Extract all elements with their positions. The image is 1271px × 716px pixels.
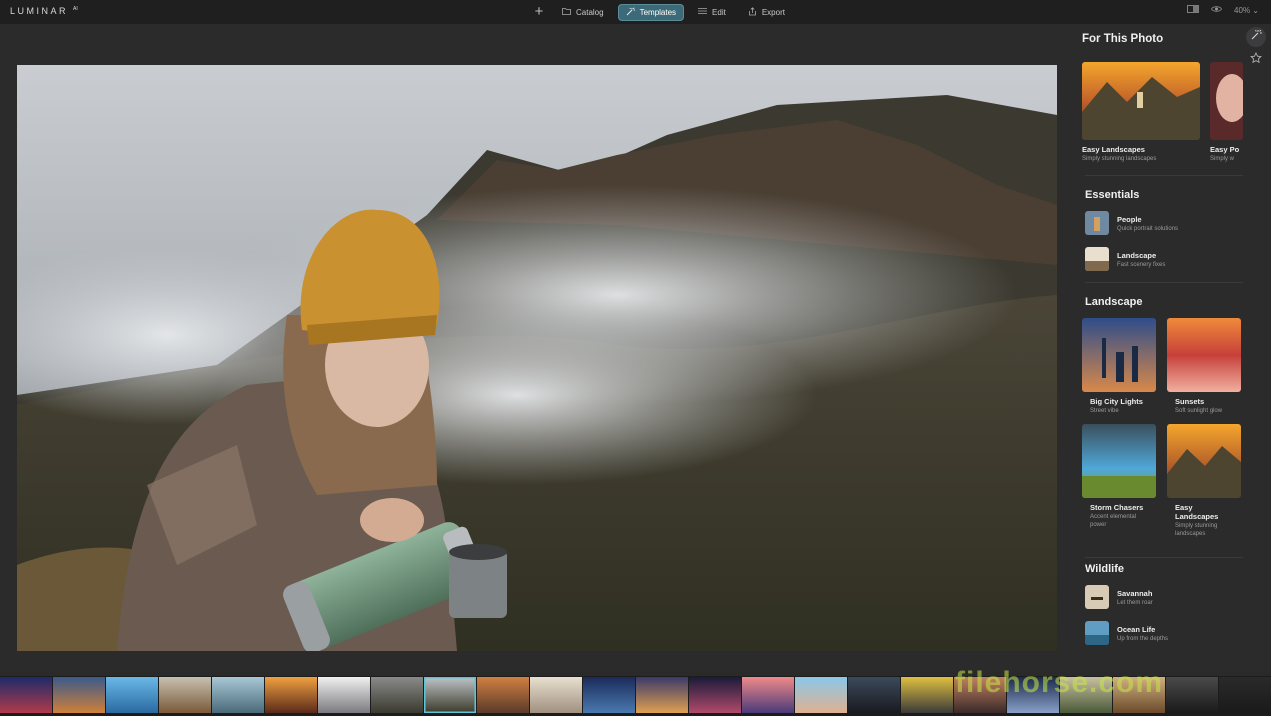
add-photos-button[interactable]: +	[530, 3, 548, 21]
template-card-storm-chasers[interactable]: Storm Chasers Accent elemental power	[1082, 424, 1156, 529]
template-card-easy-portraits[interactable]: Easy Po Simply w	[1210, 62, 1243, 163]
section-landscape: Landscape	[1085, 296, 1143, 308]
filmstrip-thumb[interactable]	[583, 677, 635, 713]
top-bar: LUMINAR AI + Catalog Templates Edit Expo…	[0, 0, 1271, 24]
template-card-big-city-lights[interactable]: Big City Lights Street vibe	[1082, 318, 1156, 415]
templates-panel: For This Photo Easy Landscapes Simply st…	[1068, 24, 1271, 672]
plus-icon: +	[534, 3, 544, 20]
divider	[1085, 175, 1243, 176]
chevron-down-icon: ⌄	[1252, 5, 1259, 15]
filmstrip-thumb[interactable]	[318, 677, 370, 713]
section-essentials: Essentials	[1085, 189, 1140, 201]
filmstrip-thumb[interactable]	[106, 677, 158, 713]
share-icon	[748, 6, 757, 18]
tab-edit[interactable]: Edit	[690, 4, 734, 21]
thumbnail	[1085, 621, 1109, 645]
eye-icon[interactable]	[1211, 5, 1222, 15]
tab-templates[interactable]: Templates	[617, 3, 685, 21]
star-icon[interactable]	[1246, 51, 1266, 71]
thumbnail	[1085, 585, 1109, 609]
filmstrip-thumb[interactable]	[53, 677, 105, 713]
watermark-logo: filehorse.com	[955, 666, 1164, 699]
panel-title: For This Photo	[1082, 33, 1164, 45]
thumbnail	[1082, 424, 1156, 498]
image-canvas	[0, 24, 1068, 672]
filmstrip-thumb[interactable]	[689, 677, 741, 713]
view-controls: 40% ⌄	[1187, 5, 1259, 15]
thumbnail	[1085, 211, 1109, 235]
filmstrip-thumb-selected[interactable]	[424, 677, 476, 713]
filmstrip-thumb[interactable]	[0, 677, 52, 713]
magic-wand-icon	[626, 6, 635, 18]
template-card-sunsets[interactable]: Sunsets Soft sunlight glow	[1167, 318, 1241, 415]
filmstrip-thumb[interactable]	[901, 677, 953, 713]
filmstrip-thumb[interactable]	[212, 677, 264, 713]
divider	[1085, 557, 1243, 558]
filmstrip-thumb[interactable]	[159, 677, 211, 713]
filmstrip-thumb[interactable]	[1166, 677, 1218, 713]
zoom-level[interactable]: 40% ⌄	[1234, 6, 1259, 15]
thumbnail	[1082, 318, 1156, 392]
divider	[1085, 282, 1243, 283]
main-photo[interactable]	[17, 65, 1057, 651]
filmstrip-thumb[interactable]	[848, 677, 900, 713]
template-card-easy-landscapes[interactable]: Easy Landscapes Simply stunning landscap…	[1082, 62, 1200, 163]
thumbnail	[1167, 424, 1241, 498]
compare-icon[interactable]	[1187, 5, 1199, 15]
filmstrip-thumb[interactable]	[477, 677, 529, 713]
thumbnail	[1085, 247, 1109, 271]
template-row-landscape[interactable]: Landscape Fast scenery fixes	[1085, 247, 1165, 271]
section-wildlife: Wildlife	[1085, 563, 1125, 575]
thumbnail	[1167, 318, 1241, 392]
filmstrip-thumb[interactable]	[636, 677, 688, 713]
tab-export[interactable]: Export	[740, 4, 793, 21]
filmstrip-thumb[interactable]	[265, 677, 317, 713]
template-row-savannah[interactable]: Savannah Let them roar	[1085, 585, 1153, 609]
panel-side-icons	[1246, 27, 1268, 75]
template-row-people[interactable]: People Quick portrait solutions	[1085, 211, 1178, 235]
tab-catalog[interactable]: Catalog	[554, 4, 612, 21]
filmstrip-thumb[interactable]	[742, 677, 794, 713]
magic-wand-icon[interactable]	[1246, 27, 1266, 47]
folder-icon	[562, 7, 571, 17]
sliders-icon	[698, 7, 708, 17]
filmstrip-thumb[interactable]	[371, 677, 423, 713]
main-nav: + Catalog Templates Edit Export	[530, 3, 793, 21]
app-logo: LUMINAR AI	[10, 6, 78, 16]
filmstrip-thumb[interactable]	[530, 677, 582, 713]
thumbnail	[1210, 62, 1243, 140]
template-card-easy-landscapes-2[interactable]: Easy Landscapes Simply stunning landscap…	[1167, 424, 1241, 538]
filmstrip-thumb[interactable]	[1219, 677, 1271, 713]
thumbnail	[1082, 62, 1200, 140]
template-row-ocean-life[interactable]: Ocean Life Up from the depths	[1085, 621, 1168, 645]
filmstrip-thumb[interactable]	[795, 677, 847, 713]
photo-image	[17, 65, 1057, 651]
